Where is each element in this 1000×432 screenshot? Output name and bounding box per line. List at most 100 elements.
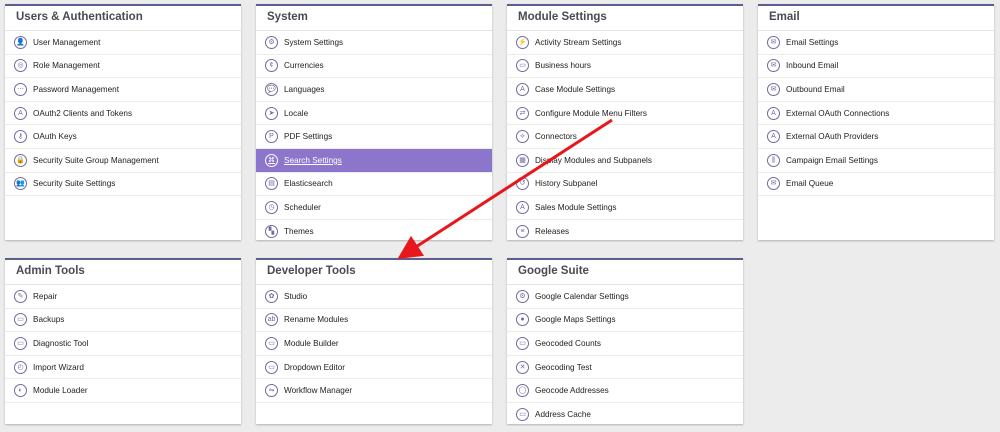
menu-item-label: Releases <box>535 226 570 236</box>
menu-item-dropdown-editor[interactable]: ▭ Dropdown Editor <box>256 356 492 380</box>
menu-item-google-maps-settings[interactable]: ● Google Maps Settings <box>507 309 743 333</box>
menu-item-activity-stream-settings[interactable]: ⚡ Activity Stream Settings <box>507 31 743 55</box>
panel-users-authentication: Users & Authentication 👤 User Management ◎… <box>5 4 241 240</box>
locale-icon: ➤ <box>265 106 278 120</box>
menu-item-google-calendar-settings[interactable]: ⚙ Google Calendar Settings <box>507 285 743 309</box>
panel-developer-tools: Developer Tools ✿ Studio ab Rename Modules ▭… <box>256 258 492 424</box>
studio-icon: ✿ <box>265 289 278 303</box>
menu-item-user-management[interactable]: 👤 User Management <box>5 31 241 55</box>
currency-icon: ¢ <box>265 59 278 73</box>
business-hours-icon: ▭ <box>516 59 529 73</box>
menu-item-business-hours[interactable]: ▭ Business hours <box>507 55 743 79</box>
menu-item-label: User Management <box>33 37 101 47</box>
email-queue-icon: ✉ <box>767 177 780 191</box>
menu-item-pdf-settings[interactable]: P PDF Settings <box>256 125 492 149</box>
menu-item-address-cache[interactable]: ▭ Address Cache <box>507 403 743 427</box>
menu-item-geocode-addresses[interactable]: ◯ Geocode Addresses <box>507 379 743 403</box>
lock-icon: 🔒 <box>14 153 27 167</box>
menu-item-outbound-email[interactable]: ✉ Outbound Email <box>758 78 994 102</box>
menu-item-email-settings[interactable]: ✉ Email Settings <box>758 31 994 55</box>
menu-item-label: Inbound Email <box>786 61 839 71</box>
menu-item-elasticsearch[interactable]: ▤ Elasticsearch <box>256 173 492 197</box>
role-icon: ◎ <box>14 59 27 73</box>
history-icon: ↺ <box>516 177 529 191</box>
menu-item-label: Security Suite Group Management <box>33 155 159 165</box>
menu-item-repair[interactable]: ✎ Repair <box>5 285 241 309</box>
menu-item-label: System Settings <box>284 37 344 47</box>
menu-item-label: Workflow Manager <box>284 386 353 396</box>
gear-icon: ⚙ <box>265 35 278 49</box>
menu-item-label: Email Queue <box>786 179 834 189</box>
menu-item-connectors[interactable]: ⟡ Connectors <box>507 125 743 149</box>
menu-item-label: Rename Modules <box>284 315 349 325</box>
menu-item-import-wizard[interactable]: ◴ Import Wizard <box>5 356 241 380</box>
menu-item-workflow-manager[interactable]: ⇋ Workflow Manager <box>256 379 492 403</box>
menu-item-case-module-settings[interactable]: A Case Module Settings <box>507 78 743 102</box>
menu-item-external-oauth-connections[interactable]: A External OAuth Connections <box>758 102 994 126</box>
menu-item-label: Module Builder <box>284 338 339 348</box>
menu-item-label: Search Settings <box>284 155 342 165</box>
menu-item-display-modules-and-subpanels[interactable]: ▦ Display Modules and Subpanels <box>507 149 743 173</box>
user-icon: 👤 <box>14 35 27 49</box>
menu-item-security-suite-group-management[interactable]: 🔒 Security Suite Group Management <box>5 149 241 173</box>
menu-item-label: Campaign Email Settings <box>786 155 878 165</box>
connectors-icon: ⟡ <box>516 130 529 144</box>
geocoded-counts-icon: ▭ <box>516 336 529 350</box>
import-icon: ◴ <box>14 360 27 374</box>
menu-item-inbound-email[interactable]: ✉ Inbound Email <box>758 55 994 79</box>
menu-item-password-management[interactable]: ⋯ Password Management <box>5 78 241 102</box>
menu-item-label: Dropdown Editor <box>284 362 345 372</box>
menu-item-diagnostic-tool[interactable]: ▭ Diagnostic Tool <box>5 332 241 356</box>
menu-item-configure-module-menu-filters[interactable]: ⇄ Configure Module Menu Filters <box>507 102 743 126</box>
menu-item-label: Google Calendar Settings <box>535 291 629 301</box>
rename-icon: ab <box>265 313 278 327</box>
search-settings-icon: ⌘ <box>265 153 278 167</box>
filters-icon: ⇄ <box>516 106 529 120</box>
menu-item-releases[interactable]: ≡ Releases <box>507 220 743 244</box>
panel-title: Users & Authentication <box>5 6 241 31</box>
panel-title: Google Suite <box>507 260 743 285</box>
menu-item-label: Languages <box>284 84 325 94</box>
diagnostic-icon: ▭ <box>14 336 27 350</box>
menu-item-campaign-email-settings[interactable]: ⫼ Campaign Email Settings <box>758 149 994 173</box>
panel-system: System ⚙ System Settings ¢ Currencies 💬 Langu… <box>256 4 492 244</box>
backup-icon: ▭ <box>14 313 27 327</box>
menu-item-label: Display Modules and Subpanels <box>535 155 652 165</box>
menu-item-sales-module-settings[interactable]: A Sales Module Settings <box>507 196 743 220</box>
menu-item-history-subpanel[interactable]: ↺ History Subpanel <box>507 173 743 197</box>
menu-item-backups[interactable]: ▭ Backups <box>5 309 241 333</box>
panel-email: Email ✉ Email Settings ✉ Inbound Email ✉ Outb… <box>758 4 994 240</box>
menu-item-scheduler[interactable]: ◷ Scheduler <box>256 196 492 220</box>
menu-item-label: Module Loader <box>33 386 88 396</box>
menu-item-languages[interactable]: 💬 Languages <box>256 78 492 102</box>
menu-item-geocoding-test[interactable]: ✕ Geocoding Test <box>507 356 743 380</box>
menu-item-studio[interactable]: ✿ Studio <box>256 285 492 309</box>
panel-title: Email <box>758 6 994 31</box>
geocode-addresses-icon: ◯ <box>516 384 529 398</box>
wrench-icon: ✎ <box>14 289 27 303</box>
menu-item-search-settings[interactable]: ⌘ Search Settings <box>256 148 492 173</box>
menu-item-oauth2-clients-and-tokens[interactable]: A OAuth2 Clients and Tokens <box>5 102 241 126</box>
menu-item-themes[interactable]: ▚ Themes <box>256 220 492 244</box>
menu-item-locale[interactable]: ➤ Locale <box>256 102 492 126</box>
menu-item-role-management[interactable]: ◎ Role Management <box>5 55 241 79</box>
menu-item-label: Case Module Settings <box>535 84 616 94</box>
menu-item-label: Password Management <box>33 84 120 94</box>
menu-item-module-builder[interactable]: ▭ Module Builder <box>256 332 492 356</box>
menu-item-rename-modules[interactable]: ab Rename Modules <box>256 309 492 333</box>
menu-item-label: Geocode Addresses <box>535 386 609 396</box>
menu-item-oauth-keys[interactable]: ⚷ OAuth Keys <box>5 125 241 149</box>
menu-item-module-loader[interactable]: ◐ Module Loader <box>5 379 241 403</box>
menu-item-security-suite-settings[interactable]: 👥 Security Suite Settings <box>5 173 241 197</box>
menu-item-label: Role Management <box>33 61 100 71</box>
menu-item-email-queue[interactable]: ✉ Email Queue <box>758 173 994 197</box>
menu-item-label: Email Settings <box>786 37 839 47</box>
menu-item-geocoded-counts[interactable]: ▭ Geocoded Counts <box>507 332 743 356</box>
panel-google-suite: Google Suite ⚙ Google Calendar Settings ● G… <box>507 258 743 427</box>
panel-title: Developer Tools <box>256 260 492 285</box>
menu-item-external-oauth-providers[interactable]: A External OAuth Providers <box>758 125 994 149</box>
menu-item-system-settings[interactable]: ⚙ System Settings <box>256 31 492 55</box>
panel-title: Module Settings <box>507 6 743 31</box>
menu-item-currencies[interactable]: ¢ Currencies <box>256 55 492 79</box>
menu-item-label: PDF Settings <box>284 132 333 142</box>
